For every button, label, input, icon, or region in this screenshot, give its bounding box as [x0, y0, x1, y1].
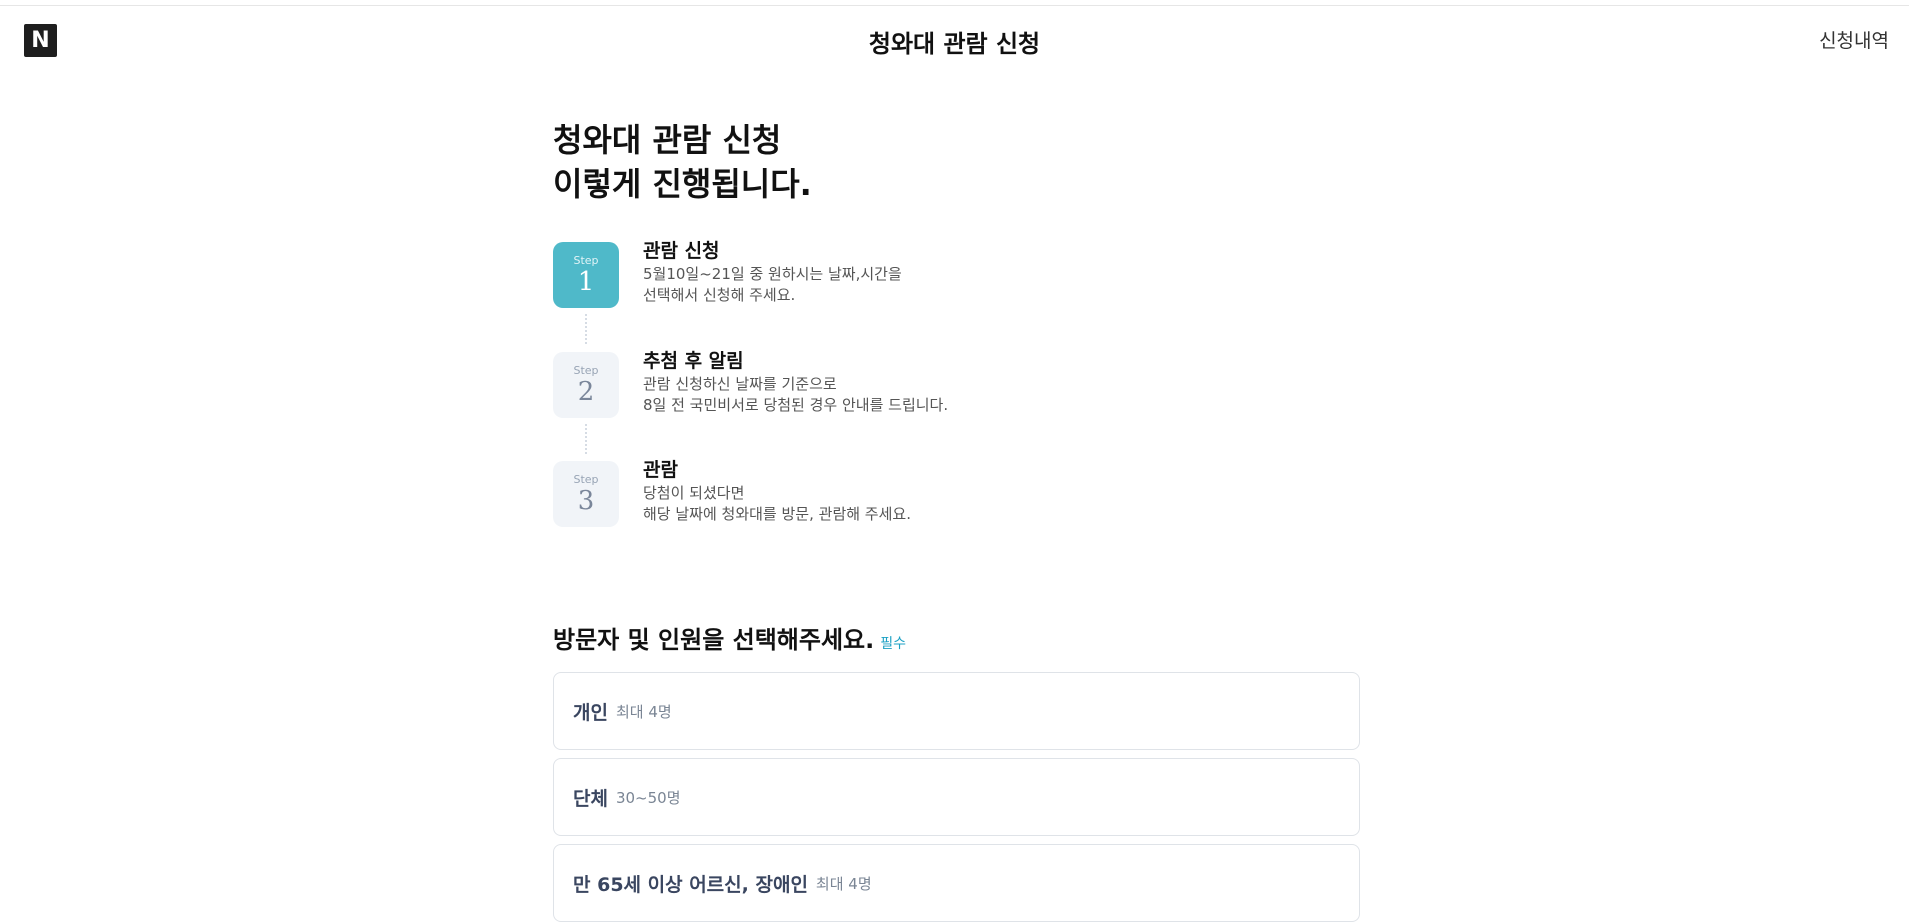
step-desc-line-1: 5월10일~21일 중 원하시는 날짜,시간을: [643, 265, 902, 283]
step-title: 관람 신청: [643, 240, 720, 262]
step-3-text: 관람 당첨이 되셨다면 해당 날짜에 청와대를 방문, 관람해 주세요.: [643, 457, 911, 525]
intro-heading: 청와대 관람 신청 이렇게 진행됩니다.: [553, 118, 1360, 206]
option-name: 개인: [573, 701, 608, 724]
intro-line-2: 이렇게 진행됩니다.: [553, 165, 812, 203]
option-name: 만 65세 이상 어르신, 장애인: [573, 873, 808, 896]
step-desc-line-2: 선택해서 신청해 주세요.: [643, 286, 796, 304]
main-content: 청와대 관람 신청 이렇게 진행됩니다. Step 1 관람 신청 5월10일~…: [553, 118, 1360, 922]
step-connector: [585, 424, 587, 454]
option-capacity: 최대 4명: [615, 702, 672, 721]
option-name: 단체: [573, 787, 608, 810]
option-capacity: 최대 4명: [815, 874, 872, 893]
step-2-text: 추첨 후 알림 관람 신청하신 날짜를 기준으로 8일 전 국민비서로 당첨된 …: [643, 348, 948, 416]
step-desc-line-1: 관람 신청하신 날짜를 기준으로: [643, 375, 837, 393]
required-badge: 필수: [880, 636, 906, 652]
visitor-option-senior-disabled[interactable]: 만 65세 이상 어르신, 장애인 최대 4명: [553, 844, 1360, 922]
header-title: 청와대 관람 신청: [868, 30, 1041, 58]
step-number: 1: [577, 266, 595, 297]
step-number: 2: [577, 376, 595, 407]
visitor-section-heading: 방문자 및 인원을 선택해주세요.: [553, 626, 875, 654]
step-label: Step: [573, 363, 599, 377]
step-2: Step 2 추첨 후 알림 관람 신청하신 날짜를 기준으로 8일 전 국민비…: [553, 350, 1360, 422]
step-1-badge: Step 1: [553, 242, 619, 308]
step-label: Step: [573, 253, 599, 267]
step-connector: [585, 314, 587, 344]
step-title: 관람: [643, 459, 678, 481]
intro-line-1: 청와대 관람 신청: [553, 121, 782, 159]
step-1-text: 관람 신청 5월10일~21일 중 원하시는 날짜,시간을 선택해서 신청해 주…: [643, 238, 902, 306]
visitor-option-individual[interactable]: 개인 최대 4명: [553, 672, 1360, 750]
step-title: 추첨 후 알림: [643, 350, 744, 372]
visitor-option-group[interactable]: 단체 30~50명: [553, 758, 1360, 836]
step-desc-line-2: 해당 날짜에 청와대를 방문, 관람해 주세요.: [643, 505, 911, 523]
step-label: Step: [573, 472, 599, 486]
app-header: N 청와대 관람 신청 신청내역: [0, 6, 1909, 72]
step-1: Step 1 관람 신청 5월10일~21일 중 원하시는 날짜,시간을 선택해…: [553, 240, 1360, 312]
application-history-link[interactable]: 신청내역: [1819, 26, 1889, 53]
visitor-section-title: 방문자 및 인원을 선택해주세요. 필수: [553, 620, 906, 655]
option-capacity: 30~50명: [615, 788, 681, 807]
step-3: Step 3 관람 당첨이 되셨다면 해당 날짜에 청와대를 방문, 관람해 주…: [553, 459, 1360, 531]
step-desc-line-1: 당첨이 되셨다면: [643, 484, 745, 502]
step-3-badge: Step 3: [553, 461, 619, 527]
step-desc-line-2: 8일 전 국민비서로 당첨된 경우 안내를 드립니다.: [643, 396, 949, 414]
step-2-badge: Step 2: [553, 352, 619, 418]
step-number: 3: [577, 485, 595, 516]
